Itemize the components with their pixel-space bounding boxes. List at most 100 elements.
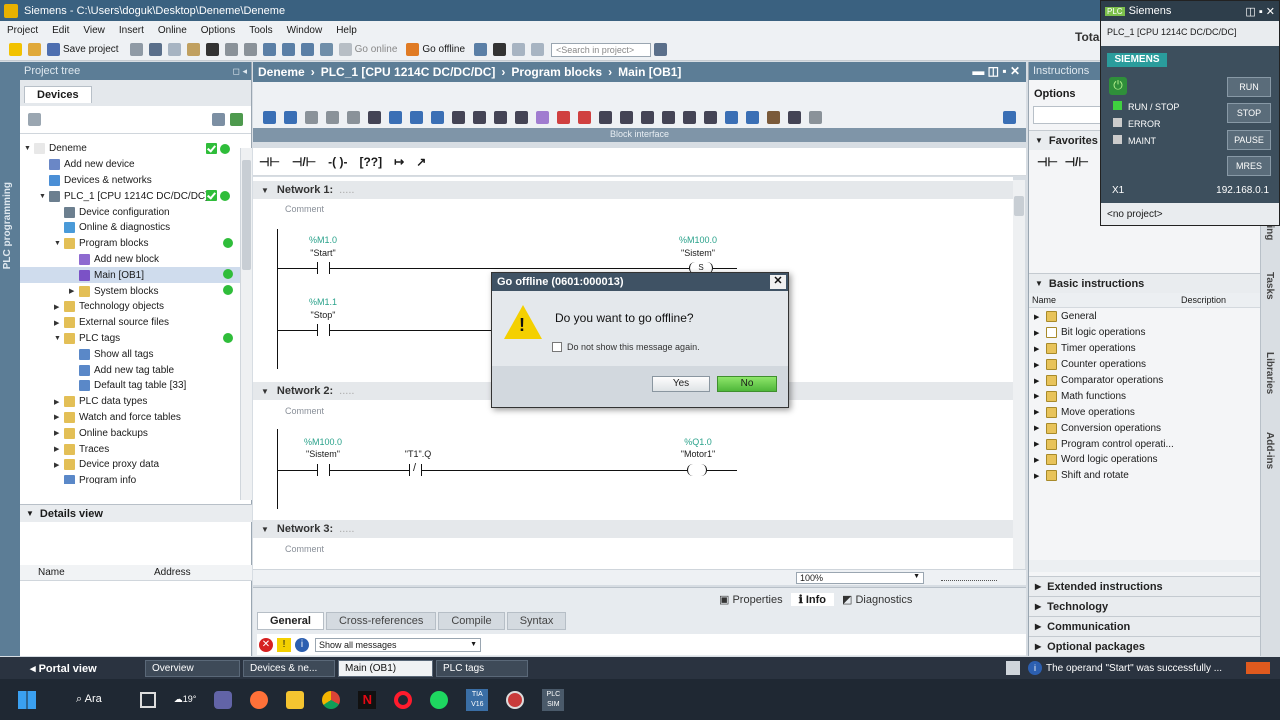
instruction-expander-icon[interactable]: ▶ xyxy=(1034,377,1046,385)
zoom-select[interactable]: 100% ▼ xyxy=(796,572,924,584)
plc-programming-tab[interactable]: PLC programming xyxy=(2,182,13,269)
chrome-icon[interactable] xyxy=(322,690,341,709)
instruction-expander-icon[interactable]: ▶ xyxy=(1034,361,1046,369)
run-button[interactable]: RUN xyxy=(1227,77,1271,97)
tree-expander-icon[interactable]: ▶ xyxy=(54,319,64,327)
cut-icon[interactable] xyxy=(148,43,162,56)
coil-icon[interactable]: -( )- xyxy=(328,155,347,169)
power-icon[interactable]: ⏻ xyxy=(1109,77,1127,95)
split-vertical-icon[interactable] xyxy=(531,43,545,56)
delete-icon[interactable] xyxy=(205,43,219,56)
editor-window-controls[interactable]: ▬ ◫ ▪ ✕ xyxy=(972,64,1020,78)
col-address[interactable]: Address xyxy=(154,567,191,578)
tree-expander-icon[interactable]: ▼ xyxy=(54,335,64,342)
status-message[interactable]: The operand "Start" was successfully ... xyxy=(1046,663,1246,674)
tree-item[interactable]: ▼ Program blocks xyxy=(20,236,251,252)
no-contact-icon[interactable]: ⊣⊢ xyxy=(259,155,280,169)
add-ins-tab[interactable]: Add-ins xyxy=(1264,432,1275,469)
syntax-tab[interactable]: Syntax xyxy=(506,612,567,630)
editor-tool-icon[interactable] xyxy=(536,110,549,124)
tree-expander-icon[interactable]: ▼ xyxy=(54,240,64,247)
technology-section[interactable]: ▶ Technology xyxy=(1029,596,1261,616)
editor-tool-icon[interactable] xyxy=(515,110,528,124)
instruction-folder[interactable]: ▶ General xyxy=(1029,309,1261,325)
tree-online-icon[interactable] xyxy=(230,113,243,126)
devices-networks-tab[interactable]: Devices & ne... xyxy=(243,659,335,677)
properties-tab[interactable]: ▣ Properties xyxy=(711,593,791,606)
menu-project[interactable]: Project xyxy=(0,25,45,36)
save-project-button[interactable]: Save project xyxy=(63,44,119,55)
editor-tool-icon[interactable] xyxy=(683,110,696,124)
editor-vertical-scrollbar[interactable] xyxy=(1013,180,1025,569)
details-view-header[interactable]: ▼ Details view xyxy=(20,504,252,522)
general-tab[interactable]: General xyxy=(257,612,324,630)
editor-layout-icon[interactable] xyxy=(1003,110,1016,124)
devices-tab[interactable]: Devices xyxy=(24,86,92,103)
go-online-button[interactable]: Go online xyxy=(355,44,398,55)
redo-icon[interactable] xyxy=(243,43,257,56)
save-icon[interactable] xyxy=(47,43,60,56)
instruction-expander-icon[interactable]: ▶ xyxy=(1034,313,1046,321)
menu-online[interactable]: Online xyxy=(151,25,194,36)
tree-expander-icon[interactable]: ▶ xyxy=(54,429,64,437)
menu-window[interactable]: Window xyxy=(280,25,330,36)
instruction-expander-icon[interactable]: ▶ xyxy=(1034,472,1046,480)
new-project-icon[interactable] xyxy=(9,43,22,56)
instruction-expander-icon[interactable]: ▶ xyxy=(1034,345,1046,353)
zoom-slider[interactable] xyxy=(941,575,997,581)
instr-col-description[interactable]: Description xyxy=(1181,295,1226,305)
collapse-panel-icon[interactable]: ◻ ◂ xyxy=(233,66,252,77)
stop-button[interactable]: STOP xyxy=(1227,103,1271,123)
libraries-tab[interactable]: Libraries xyxy=(1264,352,1275,394)
warning-filter-icon[interactable]: ! xyxy=(277,637,291,652)
crumb-main-ob1[interactable]: Main [OB1] xyxy=(618,65,681,79)
editor-tool-icon[interactable] xyxy=(494,110,507,124)
open-branch-icon[interactable]: ↦ xyxy=(394,155,404,169)
col-name[interactable]: Name xyxy=(20,567,154,578)
network-3-header[interactable]: ▼ Network 3:..... xyxy=(253,520,1013,538)
editor-tool-icon[interactable] xyxy=(431,110,444,124)
instructions-h-scrollbar[interactable] xyxy=(1029,560,1261,572)
editor-tool-icon[interactable] xyxy=(809,110,822,124)
menu-options[interactable]: Options xyxy=(194,25,242,36)
editor-tool-icon[interactable] xyxy=(641,110,654,124)
instruction-folder[interactable]: ▶ Bit logic operations xyxy=(1029,325,1261,341)
editor-tool-icon[interactable] xyxy=(620,110,633,124)
basic-instructions-section[interactable]: ▼ Basic instructions xyxy=(1029,273,1261,293)
n1-contact1-address[interactable]: %M1.0 xyxy=(298,235,348,245)
block-interface-bar[interactable]: Block interface xyxy=(253,128,1026,142)
tree-item[interactable]: Show all tags xyxy=(20,346,251,362)
info-tab[interactable]: ℹ Info xyxy=(790,592,835,606)
instruction-expander-icon[interactable]: ▶ xyxy=(1034,440,1046,448)
editor-tool-icon[interactable] xyxy=(704,110,717,124)
tree-item[interactable]: ▶ Technology objects xyxy=(20,299,251,315)
taskbar-search[interactable]: ⌕ Ara xyxy=(76,693,102,706)
tree-item[interactable]: Program info xyxy=(20,473,251,484)
editor-tool-icon[interactable] xyxy=(305,110,318,124)
instruction-folder[interactable]: ▶ Counter operations xyxy=(1029,357,1261,373)
n2-contact2-name[interactable]: "T1".Q xyxy=(393,449,443,459)
menu-edit[interactable]: Edit xyxy=(45,25,76,36)
search-binoculars-icon[interactable] xyxy=(654,43,668,56)
tree-expander-icon[interactable]: ▶ xyxy=(54,461,64,469)
n1-contact2-name[interactable]: "Stop" xyxy=(298,310,348,320)
tree-item[interactable]: Online & diagnostics xyxy=(20,220,251,236)
instruction-expander-icon[interactable]: ▶ xyxy=(1034,424,1046,432)
tree-item[interactable]: ▼ Deneme xyxy=(20,141,251,157)
instruction-folder[interactable]: ▶ Comparator operations xyxy=(1029,373,1261,389)
instruction-expander-icon[interactable]: ▶ xyxy=(1034,408,1046,416)
status-bar-icon[interactable] xyxy=(1006,661,1020,675)
instruction-folder[interactable]: ▶ Program control operati... xyxy=(1029,436,1261,452)
compile-icon[interactable] xyxy=(262,43,276,56)
menu-insert[interactable]: Insert xyxy=(112,25,151,36)
nc-contact-icon[interactable]: ⊣/⊢ xyxy=(292,155,316,169)
editor-tool-icon[interactable] xyxy=(788,110,801,124)
n2-coil-address[interactable]: %Q1.0 xyxy=(668,437,728,447)
editor-tool-icon[interactable] xyxy=(767,110,780,124)
go-offline-icon[interactable] xyxy=(406,43,420,56)
editor-tool-icon[interactable] xyxy=(389,110,402,124)
network-3-comment[interactable]: Comment xyxy=(285,544,324,554)
editor-tool-icon[interactable] xyxy=(347,110,360,124)
editor-tool-icon[interactable] xyxy=(368,110,381,124)
n1-contact1-name[interactable]: "Start" xyxy=(298,248,348,258)
